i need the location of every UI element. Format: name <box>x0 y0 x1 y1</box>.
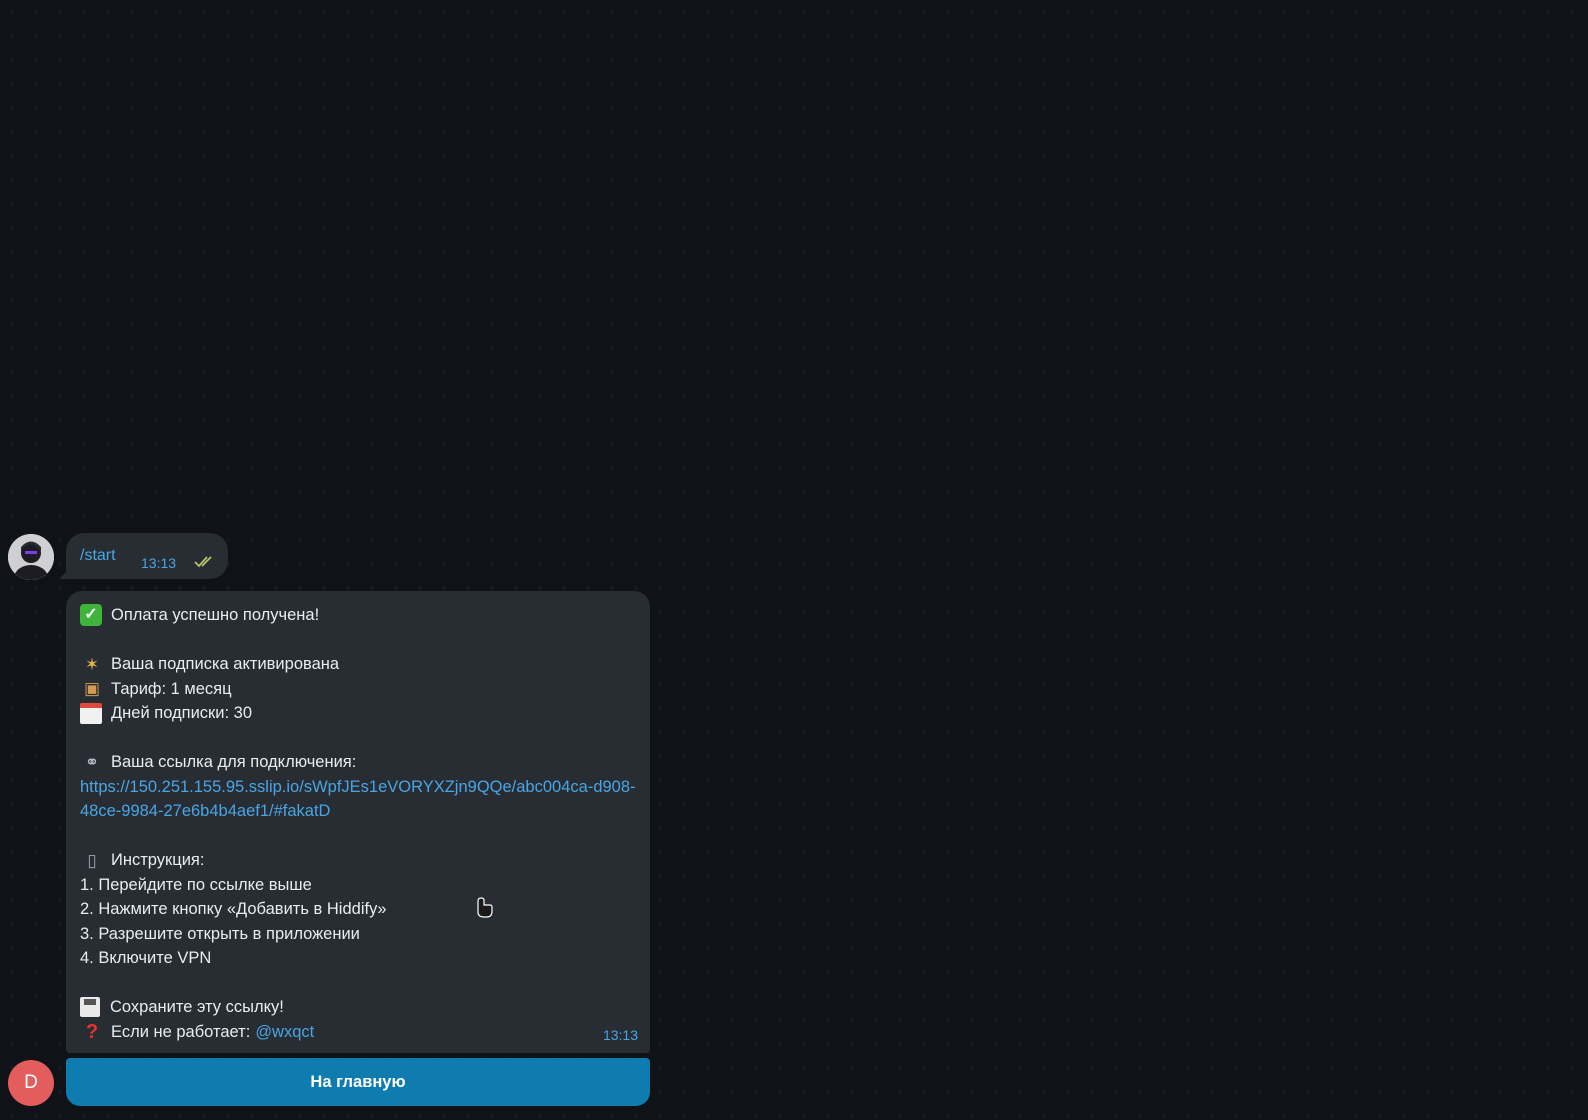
payment-line: ✓ Оплата успешно получена! <box>80 603 640 628</box>
mouse-cursor-icon <box>477 897 493 918</box>
question-mark-icon: ? <box>85 1020 99 1043</box>
step-line: 1. Перейдите по ссылке выше <box>80 875 312 894</box>
save-line: Сохраните эту ссылку! <box>80 995 640 1020</box>
command-link[interactable]: /start <box>80 547 116 565</box>
check-mark-button-icon: ✓ <box>80 604 102 627</box>
instruction-title-line: ▯ Инструкция: <box>80 848 640 873</box>
outgoing-message[interactable]: /start 13:13 <box>66 533 228 579</box>
days-line: Дней подписки: 30 <box>80 701 640 726</box>
chat-area: /start 13:13 ✓ Оплата успешно получена! … <box>0 0 1588 1120</box>
user-avatar[interactable] <box>8 534 54 580</box>
activated-text: Ваша подписка активирована <box>111 655 340 673</box>
incoming-message-time: 13:13 <box>602 1027 638 1043</box>
floppy-disk-icon <box>80 997 100 1018</box>
support-mention-link[interactable]: @wxqct <box>255 1020 314 1045</box>
days-text: Дней подписки: 30 <box>111 704 252 722</box>
save-text: Сохраните эту ссылку! <box>110 998 284 1016</box>
package-icon: ▣ <box>83 679 101 699</box>
activated-line: ✶ Ваша подписка активирована <box>80 652 640 677</box>
double-check-icon <box>194 556 212 568</box>
payment-text: Оплата успешно получена! <box>111 606 320 624</box>
home-button[interactable]: На главную <box>66 1058 650 1106</box>
step-line: 3. Разрешите открыть в приложении <box>80 924 360 943</box>
subscription-link[interactable]: https://150.251.155.95.sslip.io/sWpfJEs1… <box>80 775 640 824</box>
step-line: 4. Включите VPN <box>80 949 212 967</box>
bot-avatar[interactable]: D <box>8 1060 54 1106</box>
support-line: ? Если не работает: @wxqct <box>80 1020 640 1045</box>
tariff-text: Тариф: 1 месяц <box>111 679 232 698</box>
instruction-title-text: Инструкция: <box>111 851 205 869</box>
user-avatar-image-icon <box>8 534 54 580</box>
outgoing-message-time: 13:13 <box>141 555 177 571</box>
support-label-text: Если не работает: <box>111 1022 251 1041</box>
party-popper-icon: ✶ <box>84 654 100 674</box>
link-icon: ⚭ <box>84 752 100 772</box>
step-line: 2. Нажмите кнопку «Добавить в Hiddify» <box>80 900 387 918</box>
tariff-line: ▣ Тариф: 1 месяц <box>80 677 640 702</box>
link-label-text: Ваша ссылка для подключения: <box>111 753 357 771</box>
mobile-phone-icon: ▯ <box>87 850 97 870</box>
calendar-icon <box>80 702 102 724</box>
link-label-line: ⚭ Ваша ссылка для подключения: <box>80 750 640 775</box>
incoming-message[interactable]: ✓ Оплата успешно получена! ✶ Ваша подпис… <box>66 591 650 1053</box>
message-text: ✓ Оплата успешно получена! ✶ Ваша подпис… <box>80 603 640 1044</box>
